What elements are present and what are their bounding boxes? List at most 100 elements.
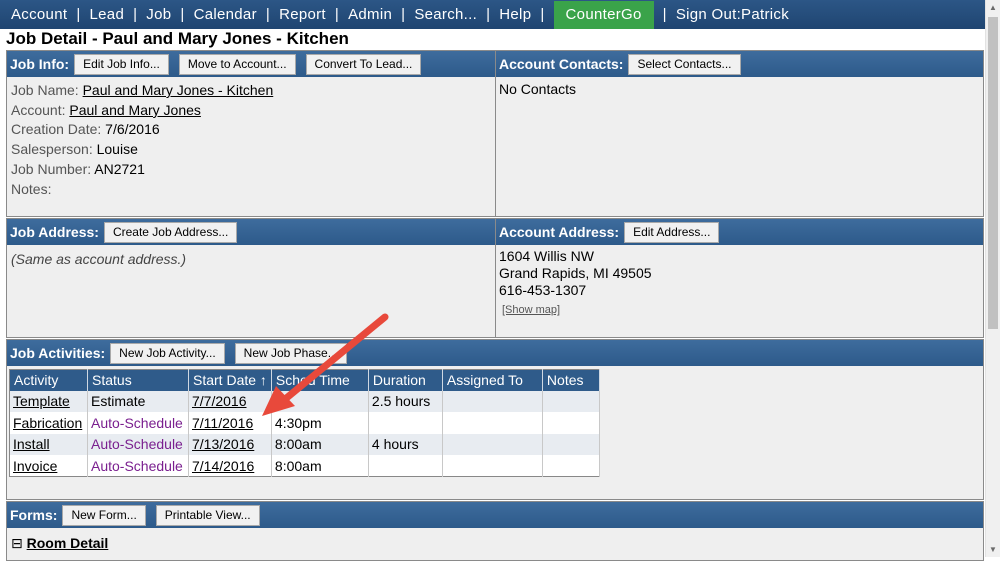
- activity-link[interactable]: Install: [13, 436, 50, 452]
- nav-separator: |: [486, 6, 491, 23]
- notes-row: Notes:: [11, 180, 491, 200]
- scroll-thumb[interactable]: [988, 17, 998, 329]
- room-detail-row: ⊟ Room Detail: [11, 535, 108, 552]
- activity-link[interactable]: Template: [13, 393, 70, 409]
- contacts-body: No Contacts: [499, 80, 979, 100]
- forms-header: Forms: New Form... Printable View...: [7, 502, 983, 528]
- nav-lead[interactable]: Lead: [90, 6, 125, 23]
- notes-cell: [542, 412, 600, 434]
- account-row: Account: Paul and Mary Jones: [11, 101, 491, 121]
- job-activities-header: Job Activities: New Job Activity... New …: [7, 340, 983, 366]
- job-activities-title: Job Activities:: [10, 345, 106, 361]
- vertical-scrollbar[interactable]: ▲ ▼: [985, 0, 1000, 557]
- account-link[interactable]: Paul and Mary Jones: [69, 102, 201, 118]
- nav-job[interactable]: Job: [146, 6, 171, 23]
- edit-address-button[interactable]: Edit Address...: [624, 221, 720, 243]
- job-name-label: Job Name:: [11, 82, 79, 98]
- col-activity[interactable]: Activity: [9, 369, 88, 391]
- select-contacts-button[interactable]: Select Contacts...: [628, 53, 741, 75]
- convert-to-lead-button[interactable]: Convert To Lead...: [305, 53, 422, 75]
- assigned-cell: [442, 412, 543, 434]
- nav-separator: |: [540, 6, 545, 23]
- nav-separator: |: [265, 6, 271, 23]
- nav-admin[interactable]: Admin: [348, 6, 392, 23]
- address-phone: 616-453-1307: [499, 282, 587, 298]
- nav-separator: |: [401, 6, 406, 23]
- notes-label: Notes:: [11, 180, 52, 197]
- scroll-down-icon[interactable]: ▼: [986, 542, 1000, 557]
- col-assigned-to[interactable]: Assigned To: [442, 369, 543, 391]
- col-sched-time[interactable]: Sched Time: [271, 369, 369, 391]
- account-address-title: Account Address:: [499, 224, 620, 240]
- nav-report[interactable]: Report: [279, 6, 326, 23]
- duration-cell: 2.5 hours: [368, 390, 443, 412]
- start-date-link[interactable]: 7/11/2016: [192, 415, 253, 431]
- forms-panel: Forms: New Form... Printable View... ⊟ R…: [6, 501, 984, 561]
- account-contacts-title: Account Contacts:: [499, 56, 624, 72]
- start-date-link[interactable]: 7/14/2016: [192, 458, 254, 474]
- table-row: Install Auto-Schedule 7/13/2016 8:00am 4…: [9, 433, 600, 455]
- table-row: Template Estimate 7/7/2016 2.5 hours: [9, 390, 600, 412]
- col-notes[interactable]: Notes: [542, 369, 600, 391]
- nav-separator: |: [133, 6, 138, 23]
- job-number-row: Job Number: AN2721: [11, 160, 491, 180]
- table-header-row: Activity Status Start Date ↑ Sched Time …: [9, 369, 600, 391]
- account-address-panel: Account Address: Edit Address... 1604 Wi…: [495, 218, 984, 338]
- nav-countergo[interactable]: CounterGo: [553, 0, 654, 29]
- scroll-up-icon[interactable]: ▲: [986, 0, 1000, 15]
- assigned-cell: [442, 433, 543, 455]
- account-label: Account:: [11, 101, 66, 118]
- new-form-button[interactable]: New Form...: [62, 504, 146, 526]
- room-detail-link[interactable]: Room Detail: [27, 535, 109, 551]
- nav-separator: |: [334, 6, 340, 23]
- show-map-link[interactable]: [Show map]: [502, 304, 560, 316]
- nav-sign-out[interactable]: Sign Out:Patrick: [676, 6, 789, 23]
- collapse-icon[interactable]: ⊟: [11, 535, 23, 551]
- table-row: Invoice Auto-Schedule 7/14/2016 8:00am: [9, 455, 600, 477]
- assigned-cell: [442, 390, 543, 412]
- status-cell: Auto-Schedule: [87, 455, 189, 477]
- nav-search[interactable]: Search...: [414, 6, 477, 23]
- creation-date-value: 7/6/2016: [105, 121, 160, 138]
- salesperson-value: Louise: [96, 141, 138, 158]
- activity-link[interactable]: Fabrication: [13, 415, 82, 431]
- new-job-activity-button[interactable]: New Job Activity...: [110, 342, 225, 364]
- edit-job-info-button[interactable]: Edit Job Info...: [74, 53, 169, 75]
- address-line-1: 1604 Willis NW: [499, 248, 594, 264]
- job-info-panel: Job Info: Edit Job Info... Move to Accou…: [6, 50, 496, 217]
- top-nav-bar: Account | Lead | Job | Calendar | Report…: [0, 0, 985, 29]
- sched-time-cell: 8:00am: [271, 455, 369, 477]
- sched-time-cell: 8:00am: [271, 433, 369, 455]
- job-number-value: AN2721: [94, 160, 145, 177]
- creation-date-label: Creation Date:: [11, 121, 102, 138]
- col-duration[interactable]: Duration: [368, 369, 443, 391]
- account-address-header: Account Address: Edit Address...: [496, 219, 983, 245]
- create-job-address-button[interactable]: Create Job Address...: [103, 221, 238, 243]
- job-address-header: Job Address: Create Job Address...: [7, 219, 495, 245]
- job-address-title: Job Address:: [10, 224, 99, 240]
- col-start-date[interactable]: Start Date ↑: [188, 369, 272, 391]
- job-name-link[interactable]: Paul and Mary Jones - Kitchen: [83, 82, 274, 98]
- start-date-link[interactable]: 7/7/2016: [192, 393, 247, 409]
- activity-link[interactable]: Invoice: [13, 458, 57, 474]
- salesperson-row: Salesperson: Louise: [11, 140, 491, 160]
- nav-separator: |: [180, 6, 185, 23]
- status-cell: Estimate: [87, 390, 189, 412]
- forms-title: Forms:: [10, 507, 58, 523]
- job-activities-table: Activity Status Start Date ↑ Sched Time …: [9, 369, 600, 477]
- nav-account[interactable]: Account: [11, 6, 67, 23]
- printable-view-button[interactable]: Printable View...: [155, 504, 260, 526]
- new-job-phase-button[interactable]: New Job Phase...: [234, 342, 347, 364]
- nav-help[interactable]: Help: [499, 6, 531, 23]
- start-date-link[interactable]: 7/13/2016: [192, 436, 254, 452]
- sched-time-cell: [271, 390, 369, 412]
- nav-calendar[interactable]: Calendar: [194, 6, 257, 23]
- account-contacts-header: Account Contacts: Select Contacts...: [496, 51, 983, 77]
- job-info-fields: Job Name: Paul and Mary Jones - Kitchen …: [11, 81, 491, 199]
- col-status[interactable]: Status: [87, 369, 189, 391]
- move-to-account-button[interactable]: Move to Account...: [178, 53, 296, 75]
- job-name-row: Job Name: Paul and Mary Jones - Kitchen: [11, 81, 491, 101]
- job-address-body: (Same as account address.): [11, 250, 491, 270]
- job-address-panel: Job Address: Create Job Address... (Same…: [6, 218, 496, 338]
- nav-separator: |: [76, 6, 81, 23]
